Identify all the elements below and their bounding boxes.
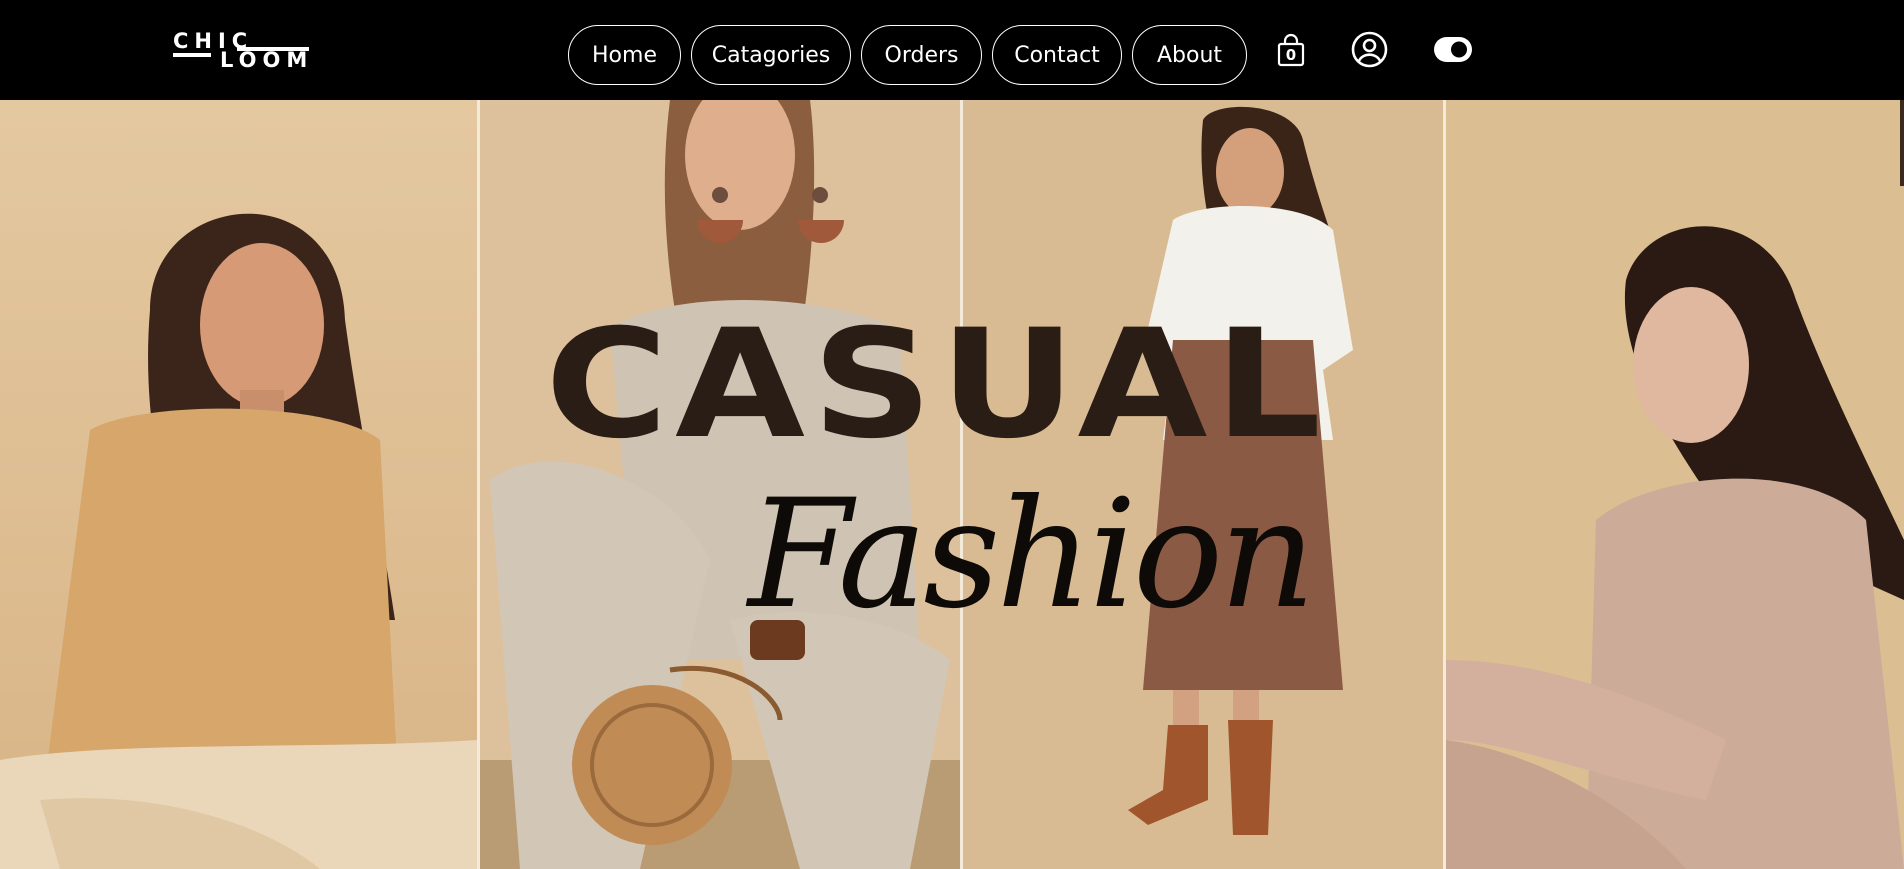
page-scrollbar[interactable] [1900,100,1904,186]
nav-home-button[interactable]: Home [568,25,681,85]
nav-about-button[interactable]: About [1132,25,1247,85]
nav-orders-button[interactable]: Orders [861,25,982,85]
nav-contact-button[interactable]: Contact [992,25,1122,85]
logo-rule-left [173,53,211,57]
nav-categories-button[interactable]: Catagories [691,25,851,85]
theme-toggle-icon[interactable] [1434,37,1472,62]
nav-categories-label: Catagories [711,42,831,68]
nav-contact-label: Contact [1014,42,1100,68]
nav-home-label: Home [592,42,657,68]
top-navbar: CHIC LOOM Home Catagories Orders Contact… [0,0,1904,100]
brand-logo[interactable]: CHIC LOOM [173,30,309,72]
user-account-icon[interactable] [1351,31,1388,68]
nav-about-label: About [1156,42,1223,68]
hero-panel-1 [0,100,477,869]
hero-panel-4 [1446,100,1904,869]
nav-orders-label: Orders [884,42,959,68]
logo-line2: LOOM [220,48,314,72]
shopping-bag-icon[interactable]: 0 [1276,33,1306,67]
hero-script-text: Fashion [748,468,1316,642]
hero-banner: CASUAL Fashion [0,100,1904,869]
cart-count: 0 [1285,46,1297,64]
